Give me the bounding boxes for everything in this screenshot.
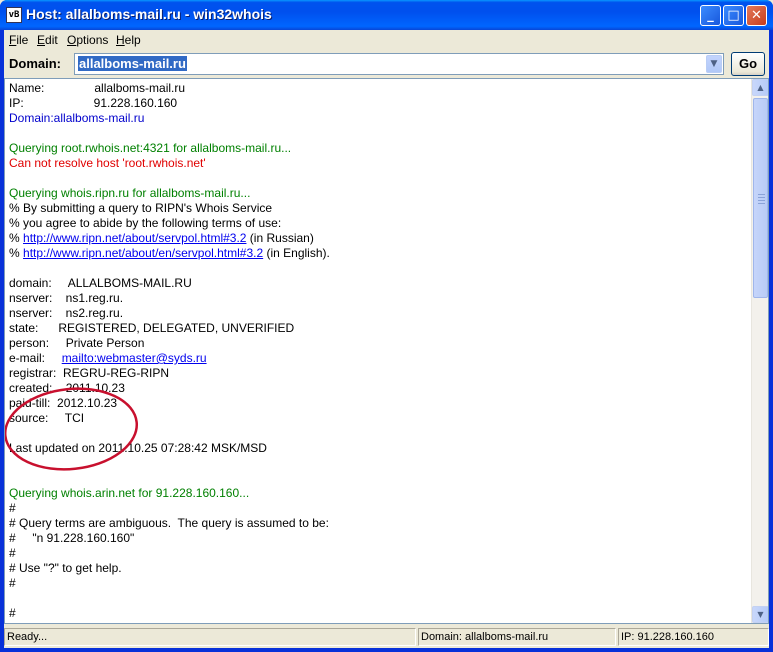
domain-combobox[interactable]: allalboms-mail.ru ▼ xyxy=(74,53,724,75)
title-bar[interactable]: vB Host: allalboms-mail.ru - win32whois … xyxy=(0,0,773,30)
window-title: Host: allalboms-mail.ru - win32whois xyxy=(26,6,272,22)
chevron-down-icon[interactable]: ▼ xyxy=(706,55,722,73)
menu-edit[interactable]: Edit xyxy=(37,33,58,47)
app-icon[interactable]: vB xyxy=(6,7,22,23)
menu-file[interactable]: File xyxy=(9,33,28,47)
whois-output[interactable]: Name: allalboms-mail.ru IP: 91.228.160.16… xyxy=(4,78,769,624)
scroll-down-icon[interactable]: ▼ xyxy=(752,606,768,623)
grip-line xyxy=(758,194,765,195)
annotation-circle xyxy=(5,387,139,471)
go-button[interactable]: Go xyxy=(731,52,765,76)
menu-help[interactable]: Help xyxy=(116,33,141,47)
client-area: File Edit Options Help Domain: allalboms… xyxy=(4,30,769,648)
grip-line xyxy=(758,203,765,204)
status-bar: Ready... Domain: allalboms-mail.ru IP: 9… xyxy=(4,626,769,648)
scroll-up-icon[interactable]: ▲ xyxy=(752,79,768,96)
scroll-thumb[interactable] xyxy=(753,98,768,298)
domain-label: Domain: xyxy=(9,56,61,71)
vertical-scrollbar[interactable]: ▲ ▼ xyxy=(751,79,768,623)
minimize-button[interactable]: _ xyxy=(700,5,721,26)
status-state: Ready... xyxy=(4,628,416,646)
menu-bar: File Edit Options Help xyxy=(4,30,769,49)
domain-input[interactable]: allalboms-mail.ru xyxy=(78,56,187,71)
status-domain: Domain: allalboms-mail.ru xyxy=(418,628,616,646)
close-button[interactable]: ✕ xyxy=(746,5,767,26)
app-window: vB Host: allalboms-mail.ru - win32whois … xyxy=(0,0,773,652)
grip-line xyxy=(758,200,765,201)
grip-line xyxy=(758,197,765,198)
status-ip: IP: 91.228.160.160 xyxy=(618,628,769,646)
maximize-button[interactable]: □ xyxy=(723,5,744,26)
annotation-ellipse xyxy=(5,387,139,471)
domain-toolbar: Domain: allalboms-mail.ru ▼ Go xyxy=(4,50,769,78)
menu-options[interactable]: Options xyxy=(67,33,108,47)
